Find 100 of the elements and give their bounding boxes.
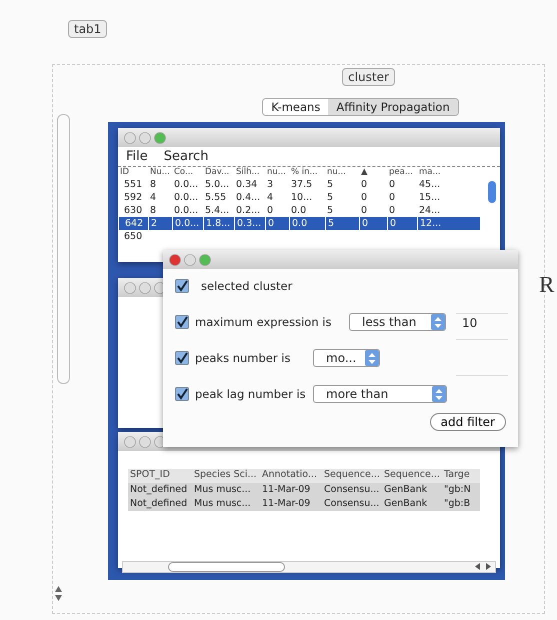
table-cell-text: 0: [388, 178, 396, 191]
checkbox[interactable]: [175, 351, 189, 365]
table-cell-text: 45...: [418, 178, 442, 191]
table-cell-text: 0.0: [290, 204, 308, 217]
table-cell-text: Mus musc...: [193, 497, 252, 511]
table-cell-text: "gb:N: [443, 483, 472, 497]
filter-label: peaks number is: [195, 351, 292, 365]
column-header[interactable]: Silh...: [234, 167, 265, 178]
table-cell-text: 5.55: [204, 191, 228, 204]
column-header[interactable]: ▲: [359, 167, 387, 178]
column-header[interactable]: Targe: [442, 469, 480, 483]
column-header[interactable]: Co...: [172, 167, 203, 178]
table-cell-text: 0.4...: [235, 191, 262, 204]
table-cell-text: 5: [326, 191, 334, 204]
table-cell-text: 5: [326, 178, 334, 191]
table-cell-text: 0: [360, 178, 368, 191]
table-cell-text: 10...: [290, 191, 314, 204]
checkbox[interactable]: [175, 387, 189, 401]
table-row[interactable]: Not_defined Mus musc... 11-Mar-09 Consensu... GenBank "gb:N: [128, 483, 480, 497]
column-header[interactable]: pea...: [387, 167, 417, 178]
table-row[interactable]: 592 4 0.0... 5.55 0.4... 4 10... 5 0 0 15...: [118, 191, 480, 204]
table-cell-text: 0: [266, 204, 274, 217]
menu-item[interactable]: Search: [164, 149, 208, 164]
table-cell-text: 11-Mar-09: [261, 497, 312, 511]
table-cell-text: Not_defined: [129, 497, 188, 511]
menu-item[interactable]: File: [126, 149, 148, 164]
value-field[interactable]: 10: [456, 312, 508, 332]
table-cell-text: 650: [123, 230, 144, 243]
table-cell-text: Consensu...: [323, 483, 380, 497]
filter-label: selected cluster: [201, 279, 292, 293]
column-header[interactable]: Sequence...: [322, 469, 382, 483]
horizontal-scrollbar[interactable]: [122, 561, 496, 573]
table-cell-text: 592: [123, 191, 144, 204]
column-header[interactable]: nu...: [265, 167, 289, 178]
column-header[interactable]: Sequence...: [382, 469, 442, 483]
table-cell: 0: [359, 217, 387, 230]
window-controls-icon[interactable]: [124, 132, 168, 144]
table-cell: 0.0...: [172, 217, 203, 230]
table-cell-text: 8: [149, 204, 158, 217]
operator-dropdown[interactable]: less than: [349, 313, 446, 331]
table-row[interactable]: 630 8 0.0... 5.4... 0.2... 0 0.0 5 0 0 24...: [118, 204, 480, 217]
table-cell-text: 5: [326, 204, 334, 217]
table-cell-text: Not_defined: [129, 483, 188, 497]
scrollbar-track[interactable]: [57, 114, 70, 384]
table-cell-text: 4: [266, 191, 274, 204]
table-cell-text: GenBank: [383, 483, 428, 497]
stepper-icon: [431, 314, 445, 330]
table-cell: 0: [387, 217, 417, 230]
operator-dropdown[interactable]: mo...: [313, 349, 380, 367]
margin-letter: R: [539, 272, 554, 298]
table-cell: 1.8...: [203, 217, 234, 230]
table-row[interactable]: 551 8 0.0... 5.0... 0.34 3 37.5 5 0 0 45...: [118, 178, 480, 191]
table-cell-text: 551: [123, 178, 144, 191]
checkbox[interactable]: [175, 315, 189, 329]
column-header[interactable]: ma...: [417, 167, 451, 178]
scroll-down-icon[interactable]: [55, 595, 62, 601]
table-cell: 5: [325, 217, 359, 230]
table-cell-text: Consensu...: [323, 497, 380, 511]
table-cell-text: 37.5: [290, 178, 314, 191]
column-header[interactable]: Dav...: [203, 167, 234, 178]
table-cell-text: 3: [266, 178, 274, 191]
table-cell-text: 5.0...: [204, 178, 230, 191]
scrollbar-thumb-icon[interactable]: [488, 181, 496, 203]
table-cell: 0.0: [289, 217, 325, 230]
filter-label: maximum expression is: [195, 315, 332, 329]
scroll-arrows-icon[interactable]: [475, 563, 491, 570]
table-cell-text: "gb:B: [443, 497, 472, 511]
table-cell-text: GenBank: [383, 497, 428, 511]
tab[interactable]: tab1: [68, 20, 108, 38]
filter-label: peak lag number is: [195, 387, 307, 401]
table-cell-text: 0.2...: [235, 204, 262, 217]
column-header[interactable]: SPOT_ID: [128, 469, 192, 483]
column-header[interactable]: % in...: [289, 167, 325, 178]
scrollbar-thumb[interactable]: [168, 562, 285, 572]
table-cell-text: 15...: [418, 191, 442, 204]
table-cell-text: Mus musc...: [193, 483, 252, 497]
table-cell-text: 8: [149, 178, 158, 191]
checkbox[interactable]: [175, 279, 189, 293]
table-cell-text: 0.0...: [173, 204, 200, 217]
cluster-button[interactable]: cluster: [342, 68, 395, 86]
table-cell-text: 0.0...: [173, 178, 200, 191]
column-header[interactable]: Species Sci...: [192, 469, 260, 483]
table-cell-text: 5.4...: [204, 204, 230, 217]
table-row[interactable]: Not_defined Mus musc... 11-Mar-09 Consensu... GenBank "gb:B: [128, 497, 480, 511]
column-header[interactable]: nu...: [325, 167, 359, 178]
add-filter-button[interactable]: add filter: [430, 413, 506, 431]
segment-tab[interactable]: Affinity Propagation: [328, 99, 458, 115]
table-cell-text: 0.34: [235, 178, 258, 191]
column-header[interactable]: ID: [118, 167, 148, 178]
column-header[interactable]: Nu...: [148, 167, 172, 178]
window-controls-icon[interactable]: [169, 254, 213, 266]
column-header[interactable]: Annotatio...: [260, 469, 322, 483]
table-cell-text: 0: [360, 204, 368, 217]
table-row[interactable]: 650: [118, 230, 480, 243]
table-row[interactable]: 642 2 0.0... 1.8... 0.3... 0 0.0 5 0 0 12...: [118, 217, 480, 230]
table-cell-text: 630: [123, 204, 144, 217]
scroll-up-icon[interactable]: [55, 586, 62, 592]
table-cell-text: 4: [149, 191, 158, 204]
operator-dropdown[interactable]: more than: [313, 385, 447, 403]
table-cell-text: 11-Mar-09: [261, 483, 312, 497]
